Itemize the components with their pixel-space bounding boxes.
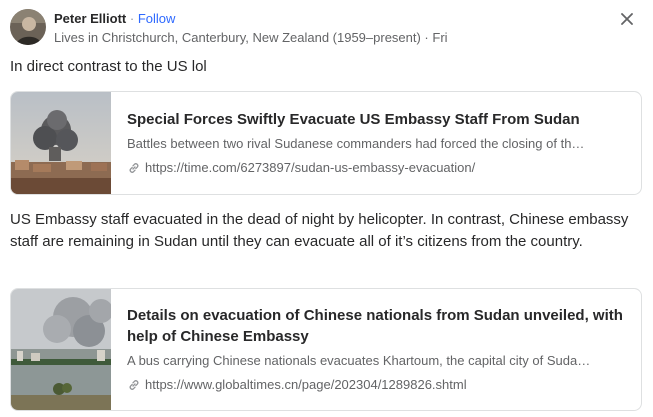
link-url-text: https://time.com/6273897/sudan-us-embass… bbox=[145, 160, 476, 175]
link-description: A bus carrying Chinese nationals evacuat… bbox=[127, 353, 591, 368]
link-preview-card[interactable]: Details on evacuation of Chinese nationa… bbox=[10, 288, 642, 411]
link-icon bbox=[127, 161, 141, 175]
link-url[interactable]: https://time.com/6273897/sudan-us-embass… bbox=[127, 159, 627, 177]
author-credential[interactable]: Lives in Christchurch, Canterbury, New Z… bbox=[54, 29, 448, 47]
separator: · bbox=[129, 11, 135, 26]
link-preview-card[interactable]: Special Forces Swiftly Evacuate US Embas… bbox=[10, 91, 642, 195]
link-url-text: https://www.globaltimes.cn/page/202304/1… bbox=[145, 377, 467, 392]
link-title[interactable]: Details on evacuation of Chinese nationa… bbox=[127, 305, 627, 347]
author-name[interactable]: Peter Elliott bbox=[54, 11, 126, 26]
post-text-2: US Embassy staff evacuated in the dead o… bbox=[10, 211, 629, 250]
link-icon bbox=[127, 378, 141, 392]
link-thumbnail bbox=[11, 92, 111, 194]
post-card: Peter Elliott · Follow Lives in Christch… bbox=[0, 0, 653, 417]
link-body: Special Forces Swiftly Evacuate US Embas… bbox=[111, 92, 641, 194]
post-header: Peter Elliott · Follow Lives in Christch… bbox=[10, 9, 448, 47]
author-line: Peter Elliott · Follow bbox=[54, 11, 448, 27]
link-thumbnail bbox=[11, 289, 111, 410]
avatar[interactable] bbox=[10, 9, 46, 45]
link-title[interactable]: Special Forces Swiftly Evacuate US Embas… bbox=[127, 109, 627, 130]
post-text-1: In direct contrast to the US lol bbox=[10, 58, 207, 75]
follow-button[interactable]: Follow bbox=[138, 11, 176, 26]
author-meta: Peter Elliott · Follow Lives in Christch… bbox=[54, 9, 448, 47]
close-icon[interactable] bbox=[617, 9, 637, 29]
link-description: Battles between two rival Sudanese comma… bbox=[127, 136, 585, 151]
link-url[interactable]: https://www.globaltimes.cn/page/202304/1… bbox=[127, 376, 627, 394]
link-body: Details on evacuation of Chinese nationa… bbox=[111, 289, 641, 410]
